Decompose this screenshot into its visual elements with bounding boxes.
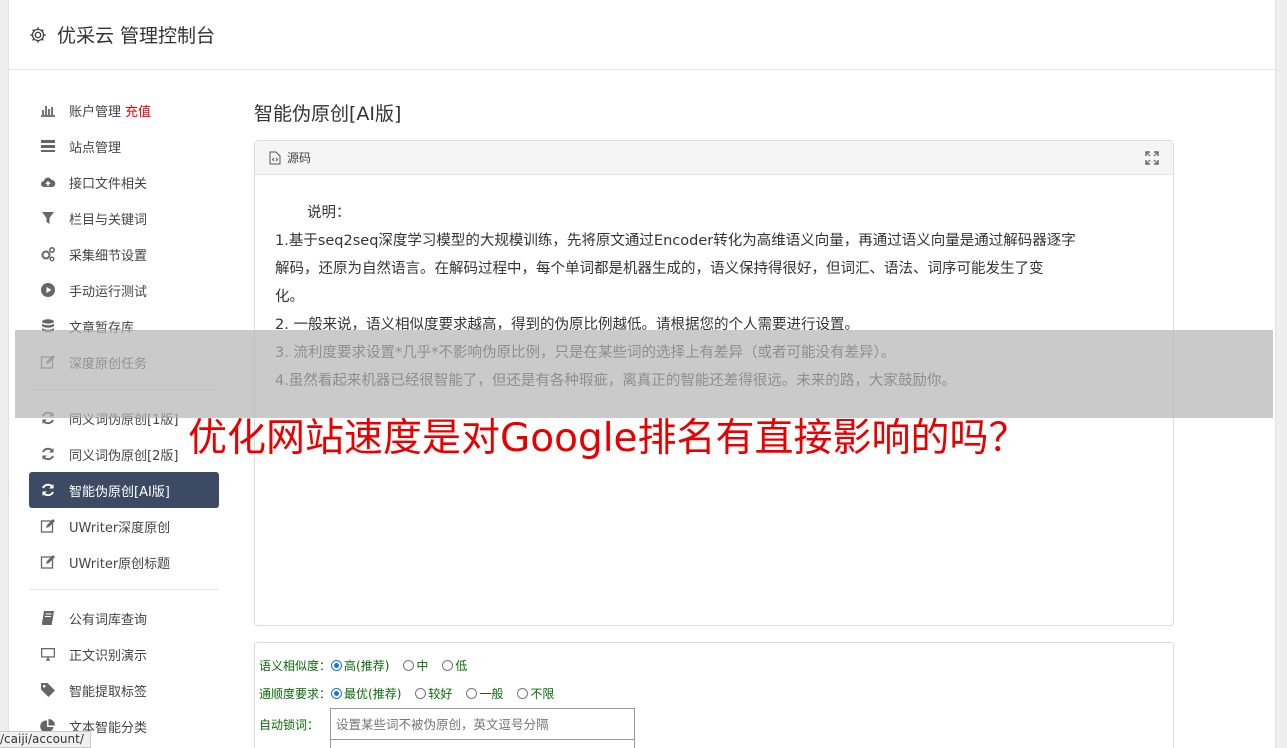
description-line: 1.基于seq2seq深度学习模型的大规模训练，先将原文通过Encoder转化为… (275, 233, 1076, 249)
intro-label: 说明： (307, 205, 351, 221)
nav-sites[interactable]: 站点管理 (29, 128, 219, 164)
fluency-option-label: 一般 (479, 686, 504, 701)
status-bar-url: /caiji/account/ (0, 731, 91, 748)
radio-icon[interactable] (517, 687, 529, 699)
app-title: 优采云 管理控制台 (57, 25, 216, 47)
similarity-option-label: 中 (416, 658, 429, 673)
radio-icon[interactable] (466, 687, 478, 699)
monitor-icon (39, 645, 57, 663)
play-circle-icon (39, 281, 57, 299)
description-line: 解码，还原为自然语言。在解码过程中，每个单词都是机器生成的，语义保持得很好，但词… (275, 261, 1044, 277)
list-icon (39, 137, 57, 155)
nav-label: 正文识别演示 (69, 648, 148, 664)
description-line: 化。 (275, 289, 304, 305)
rewrite-options-form: 语义相似度： 高(推荐) 中 低 通顺度要求： 最优(推荐) 较好 一般 不限 自动锁词： (254, 642, 1174, 748)
similarity-option-label: 高(推荐) (344, 658, 390, 673)
sidebar-divider (29, 589, 219, 590)
gear-icon (30, 26, 46, 43)
overlay-headline: 优化网站速度是对Google排名有直接影响的吗？ (188, 416, 1028, 461)
nav-text-recognition[interactable]: 正文识别演示 (29, 636, 219, 672)
edit-icon (39, 553, 57, 571)
gears-icon (39, 245, 57, 263)
panel-header-label: 源码 (287, 151, 312, 165)
fluency-label: 通顺度要求： (259, 686, 332, 701)
book-icon (39, 609, 57, 627)
nav-uwriter-deep[interactable]: UWriter深度原创 (29, 508, 219, 544)
nav-api-files[interactable]: 接口文件相关 (29, 164, 219, 200)
bar-chart-icon (39, 101, 57, 119)
fluency-option[interactable]: 最优(推荐) (331, 685, 401, 702)
nav-columns-keywords[interactable]: 栏目与关键词 (29, 200, 219, 236)
extra-input[interactable] (330, 739, 635, 748)
similarity-option[interactable]: 低 (442, 657, 467, 674)
radio-icon[interactable] (331, 659, 343, 671)
nav-label: 智能伪原创[AI版] (69, 484, 170, 500)
similarity-option[interactable]: 高(推荐) (331, 657, 389, 674)
nav-label: 接口文件相关 (69, 176, 148, 192)
lock-words-input[interactable] (330, 708, 635, 740)
filter-icon (39, 209, 57, 227)
similarity-option-label: 低 (455, 658, 468, 673)
sidebar-group-tools: 公有词库查询 正文识别演示 智能提取标签 文本智能分类 (29, 600, 219, 744)
nav-label: UWriter原创标题 (69, 556, 171, 572)
radio-icon[interactable] (415, 687, 427, 699)
refresh-icon (39, 445, 57, 463)
nav-label: 账户管理 (69, 104, 122, 120)
nav-account[interactable]: 账户管理 充值 (29, 92, 219, 128)
nav-public-lexicon[interactable]: 公有词库查询 (29, 600, 219, 636)
recharge-link[interactable]: 充值 (125, 101, 151, 120)
nav-label: 同义词伪原创[2版] (69, 448, 179, 464)
similarity-row: 语义相似度： 高(推荐) 中 低 (259, 651, 1169, 679)
similarity-option[interactable]: 中 (403, 657, 428, 674)
top-header: 优采云 管理控制台 (9, 0, 1275, 70)
cloud-upload-icon (39, 173, 57, 191)
nav-smart-tags[interactable]: 智能提取标签 (29, 672, 219, 708)
fluency-option-label: 不限 (530, 686, 555, 701)
fluency-option[interactable]: 不限 (517, 685, 554, 702)
lock-label: 自动锁词： (259, 717, 320, 732)
refresh-icon (39, 481, 57, 499)
tag-icon (39, 681, 57, 699)
nav-label: 站点管理 (69, 140, 122, 156)
nav-ai-rewrite[interactable]: 智能伪原创[AI版] (29, 472, 219, 508)
nav-label: 采集细节设置 (69, 248, 148, 264)
edit-icon (39, 517, 57, 535)
nav-collect-settings[interactable]: 采集细节设置 (29, 236, 219, 272)
fluency-option[interactable]: 较好 (415, 685, 452, 702)
panel-header: 源码 (255, 141, 1173, 175)
nav-label: 公有词库查询 (69, 612, 148, 628)
nav-label: UWriter深度原创 (69, 520, 171, 536)
fluency-option-label: 最优(推荐) (344, 686, 402, 701)
radio-icon[interactable] (403, 659, 415, 671)
fluency-option[interactable]: 一般 (466, 685, 503, 702)
overlay-band (15, 330, 1273, 418)
nav-label: 手动运行测试 (69, 284, 148, 300)
radio-icon[interactable] (442, 659, 454, 671)
nav-manual-run[interactable]: 手动运行测试 (29, 272, 219, 308)
fullscreen-icon[interactable] (1145, 151, 1159, 165)
fluency-option-label: 较好 (428, 686, 453, 701)
file-code-icon (269, 151, 281, 164)
radio-icon[interactable] (331, 687, 343, 699)
lock-row: 自动锁词： (259, 707, 1169, 741)
page-title: 智能伪原创[AI版] (254, 103, 402, 125)
nav-uwriter-title[interactable]: UWriter原创标题 (29, 544, 219, 580)
nav-label: 智能提取标签 (69, 684, 148, 700)
fluency-row: 通顺度要求： 最优(推荐) 较好 一般 不限 (259, 679, 1169, 707)
nav-label: 栏目与关键词 (69, 212, 148, 228)
similarity-label: 语义相似度： (259, 658, 332, 673)
